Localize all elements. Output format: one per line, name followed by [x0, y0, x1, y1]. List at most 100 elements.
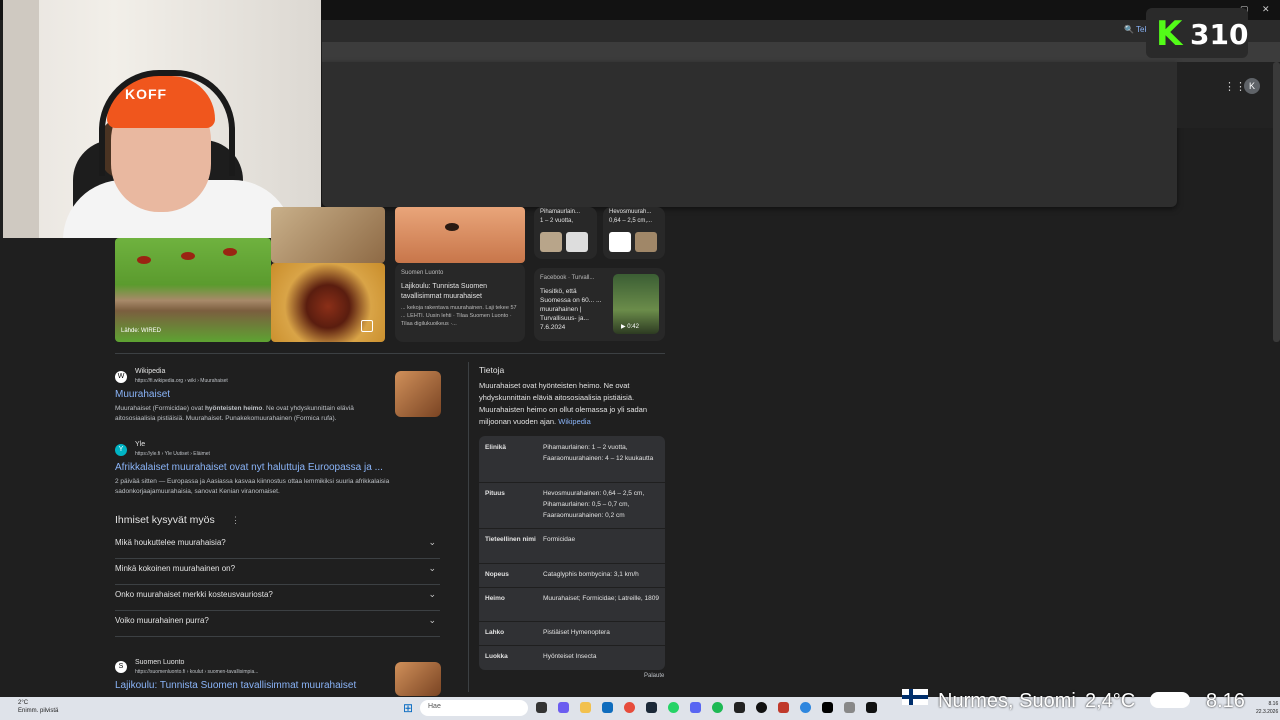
clock-date: 22.3.2026	[1256, 709, 1279, 715]
weather-temp: 2°C	[18, 700, 29, 706]
card-snippet: ... kekoja rakentava muurahainen. Laji t…	[401, 305, 517, 327]
whatsapp-icon[interactable]	[668, 702, 679, 713]
paa-question[interactable]: Mikä houkuttelee muurahaisia? ⌄	[115, 532, 440, 559]
result-url[interactable]: https://fi.wikipedia.org › wiki › Muurah…	[135, 378, 228, 384]
mini-card-pihamaurlainen[interactable]: Pihamaurlain... 1 – 2 vuotta,	[534, 207, 597, 259]
kp-value: Formicidae	[543, 536, 576, 543]
more-options-icon[interactable]: ⋮	[231, 515, 240, 526]
result-thumbnail[interactable]	[395, 371, 441, 417]
taskbar-search-input[interactable]: Hae	[420, 700, 528, 716]
result-title-link[interactable]: Lajikoulu: Tunnista Suomen tavallisimmat…	[115, 680, 356, 691]
result-title-link[interactable]: Afrikkalaiset muurahaiset ovat nyt halut…	[115, 462, 383, 473]
webcam-door	[3, 0, 39, 238]
divider	[115, 353, 665, 354]
app-icon[interactable]	[734, 702, 745, 713]
kp-facts-table: Elinikä Pihamaurlainen: 1 – 2 vuotta, Faa…	[479, 436, 665, 670]
chevron-down-icon[interactable]: ⌄	[428, 589, 436, 600]
ant-image-top[interactable]	[395, 207, 525, 263]
task-view-icon[interactable]	[536, 702, 547, 713]
app-icon[interactable]	[756, 702, 767, 713]
paa-question[interactable]: Onko muurahaiset merkki kosteusvauriosta…	[115, 584, 440, 611]
mini-sub: 1 – 2 vuotta,	[540, 218, 574, 224]
system-clock[interactable]: 8.16 22.3.2026	[1256, 700, 1278, 716]
finland-flag-icon	[902, 689, 928, 705]
apps-grid-icon[interactable]: ⋮⋮⋮	[1224, 80, 1257, 93]
result-site: Wikipedia	[135, 368, 166, 375]
scrollbar[interactable]	[1273, 62, 1280, 342]
result-thumbnail[interactable]	[395, 662, 441, 696]
kick-logo-icon: K	[1156, 14, 1183, 54]
weather-location: Nurmes, Suomi	[938, 690, 1076, 712]
kp-value: Muurahaiset; Formicidae; Latreille, 1809	[543, 595, 659, 602]
file-explorer-icon[interactable]	[580, 702, 591, 713]
paa-question-text: Onko muurahaiset merkki kosteusvauriosta…	[115, 590, 273, 599]
result-snippet: 2 päivää sitten — Europassa ja Aasiassa …	[115, 478, 390, 495]
wikipedia-favicon-icon: W	[115, 371, 127, 383]
result-url[interactable]: https://suomenluonto.fi › koulut › suome…	[135, 669, 258, 675]
kp-row: Pituus Hevosmuurahainen: 0,64 – 2,5 cm, P…	[479, 482, 665, 529]
mini-title: Hevosmuurah...	[609, 209, 652, 215]
discord-icon[interactable]	[690, 702, 701, 713]
account-avatar[interactable]: K	[1244, 78, 1260, 94]
kp-value[interactable]: Pistiäiset Hymenoptera	[543, 627, 661, 638]
result-site: Suomen Luonto	[135, 659, 185, 666]
kp-key: Heimo	[485, 595, 505, 602]
result-title-link[interactable]: Muurahaiset	[115, 389, 170, 400]
card-site: Suomen Luonto	[401, 270, 444, 276]
mini-card-hevosmuurahainen[interactable]: Hevosmuurah... 0,64 – 2,5 cm,...	[603, 207, 665, 259]
kp-value[interactable]: Pihamaurlainen: 1 – 2 vuotta, Faaraomuur…	[543, 442, 661, 464]
address-bar[interactable]	[322, 42, 1280, 62]
chevron-down-icon[interactable]: ⌄	[428, 537, 436, 548]
search-placeholder: Hae	[428, 703, 441, 710]
steam-icon[interactable]	[646, 702, 657, 713]
paa-question-text: Voiko muurahainen purra?	[115, 616, 209, 625]
image-card-facebook[interactable]: Facebook · Turvall... Tiesitkö, että Suo…	[534, 268, 665, 341]
feedback-link[interactable]: Palaute	[644, 673, 664, 679]
kp-key: Tieteellinen nimi	[485, 536, 536, 543]
kp-title: Tietoja	[479, 365, 505, 375]
ant-image-closeup[interactable]	[271, 263, 385, 342]
chevron-down-icon[interactable]: ⌄	[428, 615, 436, 626]
result-site: Yle	[135, 441, 146, 448]
kp-wikipedia-link[interactable]: Wikipedia	[558, 417, 591, 426]
suomen-luonto-favicon-icon: S	[115, 661, 127, 673]
app-icon[interactable]	[822, 702, 833, 713]
kp-value[interactable]: Hevosmuurahainen: 0,64 – 2,5 cm, Pihamau…	[543, 488, 661, 521]
mini-sub: 0,64 – 2,5 cm,...	[609, 218, 653, 224]
app-icon[interactable]	[800, 702, 811, 713]
kp-key: Nopeus	[485, 571, 509, 578]
paa-question[interactable]: Minkä kokoinen muurahainen on? ⌄	[115, 558, 440, 585]
spotify-icon[interactable]	[712, 702, 723, 713]
header-right-area	[1177, 62, 1274, 128]
mail-icon[interactable]	[602, 702, 613, 713]
weather-temperature: 2,4°C	[1085, 690, 1136, 712]
ant-image-small[interactable]	[271, 207, 385, 263]
yle-favicon-icon: Y	[115, 444, 127, 456]
chrome-icon[interactable]	[624, 702, 635, 713]
ant-image-large[interactable]: Lähde: WIRED	[115, 238, 271, 342]
image-card-suomen-luonto[interactable]: Suomen Luonto Lajikoulu: Tunnista Suomen…	[395, 263, 525, 342]
app-icon[interactable]	[844, 702, 855, 713]
result-url[interactable]: https://yle.fi › Yle Uutiset › Eläimet	[135, 451, 210, 457]
mini-thumb	[540, 232, 562, 252]
result-snippet: Muurahaiset (Formicidae) ovat hyönteiste…	[115, 404, 390, 424]
weather-widget[interactable]: 2°C Enimm. pilvistä	[18, 699, 58, 715]
kp-row: Luokka Hyönteiset Insecta	[479, 645, 665, 670]
snippet-text: Muurahaiset (Formicidae) ovat	[115, 405, 205, 412]
paa-question[interactable]: Voiko muurahainen purra? ⌄	[115, 610, 440, 637]
image-expand-icon[interactable]	[361, 320, 373, 332]
kp-value[interactable]: Cataglyphis bombycina: 3,1 km/h	[543, 569, 661, 580]
cloud-icon	[1150, 692, 1190, 708]
copilot-icon[interactable]	[558, 702, 569, 713]
close-button[interactable]: ✕	[1262, 4, 1270, 15]
kp-row: Lahko Pistiäiset Hymenoptera	[479, 621, 665, 646]
paa-question-text: Mikä houkuttelee muurahaisia?	[115, 538, 226, 547]
chevron-down-icon[interactable]: ⌄	[428, 563, 436, 574]
app-icon[interactable]	[866, 702, 877, 713]
app-icon[interactable]	[778, 702, 789, 713]
weather-desc: Enimm. pilvistä	[18, 708, 59, 714]
windows-start-icon[interactable]: ⊞	[403, 702, 415, 714]
kp-key: Pituus	[485, 490, 505, 497]
video-thumbnail[interactable]: ▶ 0:42	[613, 274, 659, 334]
kp-key: Elinikä	[485, 444, 506, 451]
